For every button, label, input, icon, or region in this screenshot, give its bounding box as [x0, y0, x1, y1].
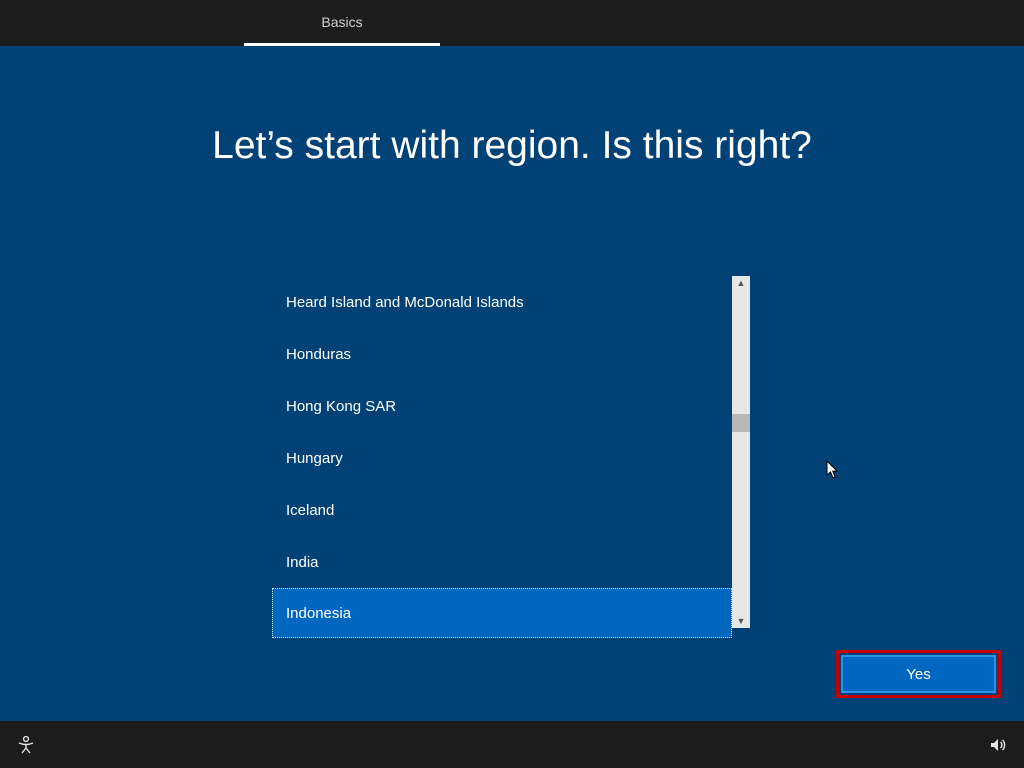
yes-button-label: Yes	[906, 666, 930, 683]
region-item[interactable]: Hungary	[272, 432, 732, 484]
region-item[interactable]: Hong Kong SAR	[272, 380, 732, 432]
tab-basics[interactable]: Basics	[244, 0, 440, 46]
ease-of-access-icon[interactable]	[14, 733, 38, 757]
scroll-down-arrow-icon[interactable]: ▼	[732, 614, 750, 628]
scroll-thumb[interactable]	[732, 414, 750, 432]
region-label: India	[286, 554, 319, 571]
tab-label: Basics	[321, 14, 362, 30]
region-label: Honduras	[286, 346, 351, 363]
region-label: Hong Kong SAR	[286, 398, 396, 415]
region-label: Heard Island and McDonald Islands	[286, 294, 524, 311]
region-label: Hungary	[286, 450, 343, 467]
top-bar: Basics	[0, 0, 1024, 46]
region-list-items: Heard Island and McDonald Islands Hondur…	[272, 276, 732, 628]
volume-icon[interactable]	[986, 733, 1010, 757]
yes-button-highlight: Yes	[836, 650, 1001, 698]
scroll-up-arrow-icon[interactable]: ▲	[732, 276, 750, 290]
main-panel: Let’s start with region. Is this right? …	[0, 46, 1024, 721]
region-label: Iceland	[286, 502, 334, 519]
yes-button[interactable]: Yes	[841, 655, 996, 693]
region-item[interactable]: Iceland	[272, 484, 732, 536]
region-item[interactable]: Honduras	[272, 328, 732, 380]
region-item[interactable]: Heard Island and McDonald Islands	[272, 276, 732, 328]
page-heading: Let’s start with region. Is this right?	[0, 124, 1024, 168]
region-item-selected[interactable]: Indonesia	[272, 588, 732, 638]
region-label: Indonesia	[286, 605, 351, 622]
scrollbar[interactable]: ▲ ▼	[732, 276, 750, 628]
region-item[interactable]: India	[272, 536, 732, 588]
region-list: Heard Island and McDonald Islands Hondur…	[272, 276, 750, 628]
bottom-bar	[0, 721, 1024, 768]
